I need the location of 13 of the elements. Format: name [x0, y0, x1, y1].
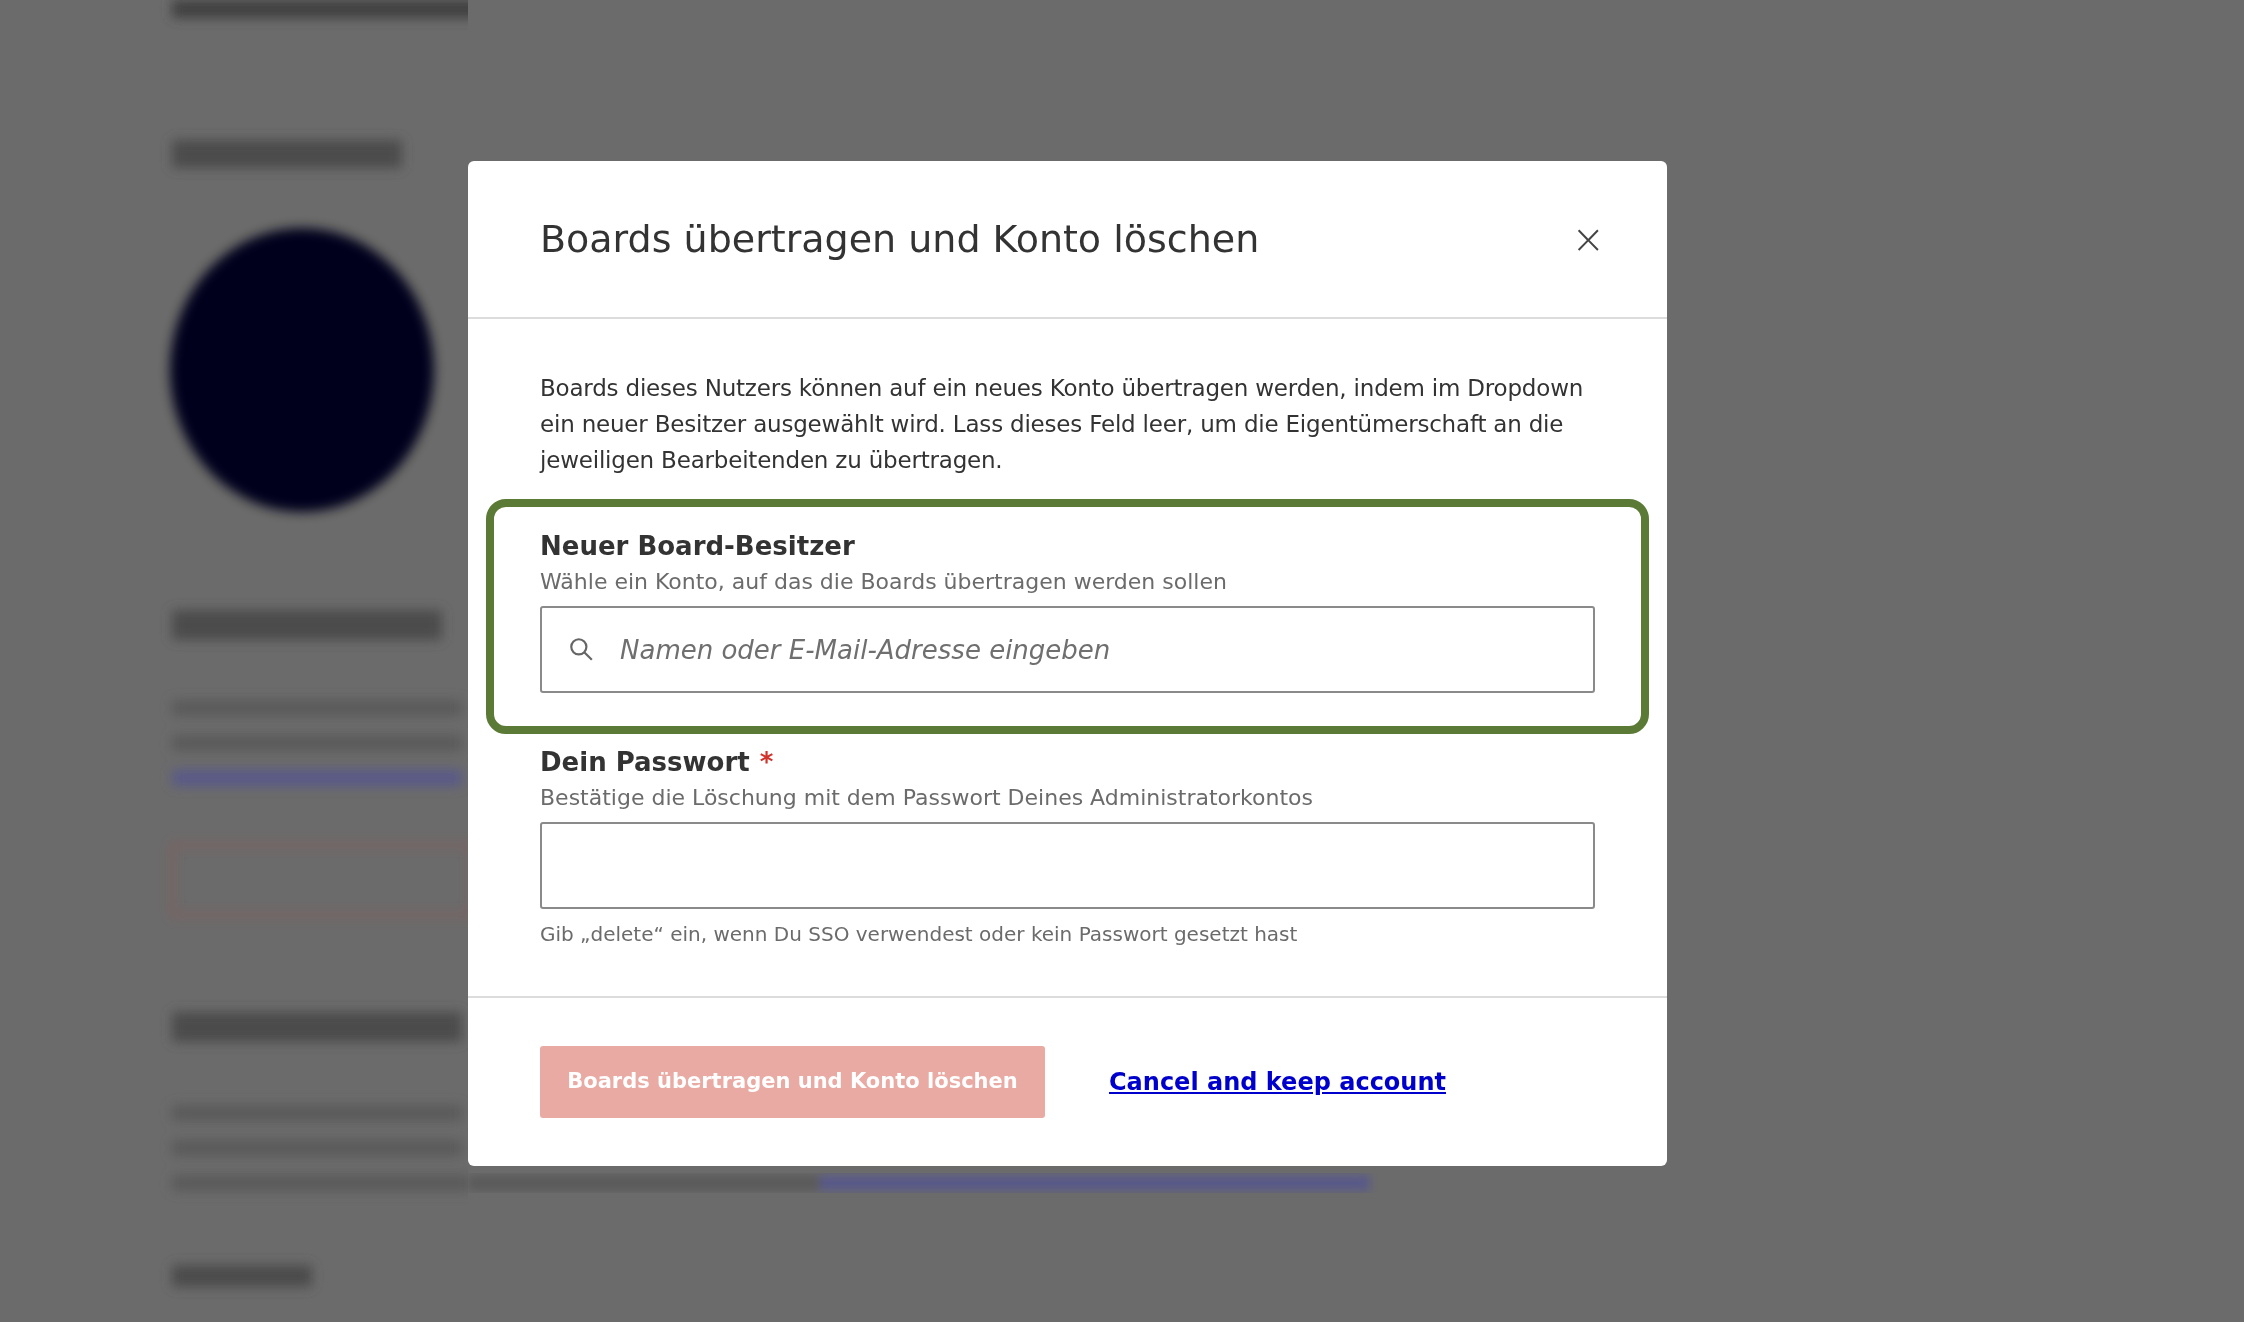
field-label: Neuer Board-Besitzer — [540, 530, 855, 563]
dialog-title: Boards übertragen und Konto löschen — [540, 215, 1260, 263]
field-help: Wähle ein Konto, auf das die Boards übertragen werden sollen — [540, 568, 1228, 596]
field-help: Bestätige die Löschung mit dem Passwort Deines Administratorkontos — [540, 784, 1314, 812]
required-mark: * — [759, 746, 774, 779]
cancel-link[interactable]: Cancel and keep account — [1109, 1064, 1446, 1100]
dialog-description: Boards dieses Nutzers können auf ein neues Konto übertragen werden, indem im Dropdown ein neuer Besitzer ausgewählt wird. Lass dieses Feld leer, um die Eigentümerschaft an die jeweiligen Bearbeitenden zu übertragen. — [540, 374, 1585, 475]
password-field[interactable] — [540, 822, 1595, 909]
close-button[interactable]: × — [1571, 219, 1605, 259]
search-icon — [568, 636, 594, 662]
search-field[interactable]: Namen oder E-Mail-Adresse eingeben — [540, 606, 1595, 693]
field-label: Dein Passwort — [540, 746, 750, 779]
field-hint: Gib „delete“ ein, wenn Du SSO verwendest oder kein Passwort gesetzt hast — [540, 921, 1299, 948]
